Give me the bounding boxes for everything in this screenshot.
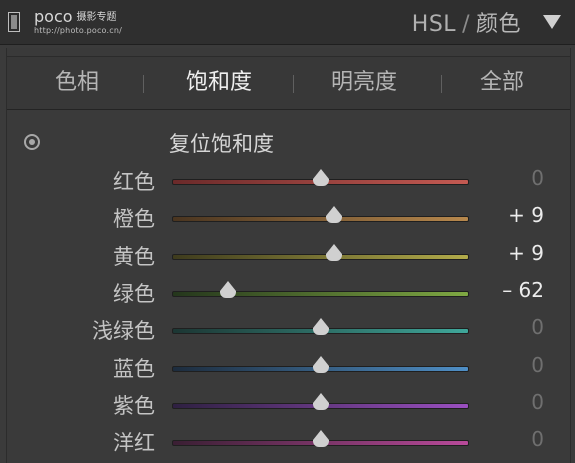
- hsl-panel: 色相 饱和度 明亮度 全部 复位饱和度 红色 0 橙色 + 9 黄色 + 9 绿色 – 62 浅…: [6, 48, 571, 463]
- slider-label-purple: 紫色: [113, 393, 155, 418]
- reset-saturation-button[interactable]: 复位饱和度: [169, 128, 274, 158]
- tab-all[interactable]: 全部: [447, 57, 557, 109]
- tab-saturation[interactable]: 饱和度: [149, 57, 289, 109]
- logo-cn-text: 摄影专题: [76, 12, 117, 23]
- slider-value-red[interactable]: 0: [474, 166, 544, 190]
- slider-row-magenta: 洋红 0: [7, 423, 570, 459]
- slider-value-orange[interactable]: + 9: [474, 203, 544, 227]
- tab-divider: [143, 75, 144, 93]
- title-hsl[interactable]: HSL: [412, 12, 456, 37]
- slider-track-orange[interactable]: [172, 216, 469, 223]
- panel-toggle-switch[interactable]: [8, 12, 20, 32]
- target-adjust-icon[interactable]: [24, 134, 40, 150]
- tab-divider: [441, 75, 442, 93]
- slider-track-green[interactable]: [172, 290, 469, 297]
- panel-title[interactable]: HSL / 颜色: [412, 6, 521, 38]
- slider-row-aqua: 浅绿色 0: [7, 311, 570, 347]
- slider-row-green: 绿色 – 62: [7, 274, 570, 310]
- collapse-triangle-icon[interactable]: [543, 15, 561, 29]
- logo-mark: poco: [34, 7, 73, 26]
- slider-track-yellow[interactable]: [172, 253, 469, 260]
- slider-value-green[interactable]: – 62: [474, 278, 544, 302]
- slider-value-purple[interactable]: 0: [474, 390, 544, 414]
- slider-row-purple: 紫色 0: [7, 386, 570, 422]
- tab-bar: 色相 饱和度 明亮度 全部: [7, 56, 570, 110]
- slider-label-orange: 橙色: [113, 207, 155, 232]
- tab-hue[interactable]: 色相: [17, 57, 137, 109]
- slider-value-magenta[interactable]: 0: [474, 427, 544, 451]
- panel-header: poco 摄影专题 http://photo.poco.cn/ HSL / 颜色: [0, 0, 575, 45]
- logo-url: http://photo.poco.cn/: [34, 26, 123, 35]
- slider-row-orange: 橙色 + 9: [7, 199, 570, 235]
- slider-label-red: 红色: [113, 170, 155, 194]
- tab-luminance[interactable]: 明亮度: [299, 57, 429, 109]
- title-color[interactable]: 颜色: [476, 12, 521, 37]
- slider-row-yellow: 黄色 + 9: [7, 237, 570, 273]
- slider-label-blue: 蓝色: [113, 356, 155, 381]
- slider-row-red: 红色 0: [7, 162, 570, 198]
- tab-divider: [293, 75, 294, 93]
- title-separator: /: [462, 12, 470, 37]
- slider-label-yellow: 黄色: [113, 244, 155, 269]
- slider-value-blue[interactable]: 0: [474, 353, 544, 377]
- watermark-logo: poco 摄影专题 http://photo.poco.cn/: [34, 7, 184, 37]
- reset-row: 复位饱和度: [7, 122, 570, 162]
- slider-value-aqua[interactable]: 0: [474, 315, 544, 339]
- slider-row-blue: 蓝色 0: [7, 349, 570, 385]
- slider-label-green: 绿色: [113, 281, 155, 306]
- slider-value-yellow[interactable]: + 9: [474, 241, 544, 265]
- slider-label-aqua: 浅绿色: [92, 319, 155, 344]
- slider-label-magenta: 洋红: [113, 431, 155, 456]
